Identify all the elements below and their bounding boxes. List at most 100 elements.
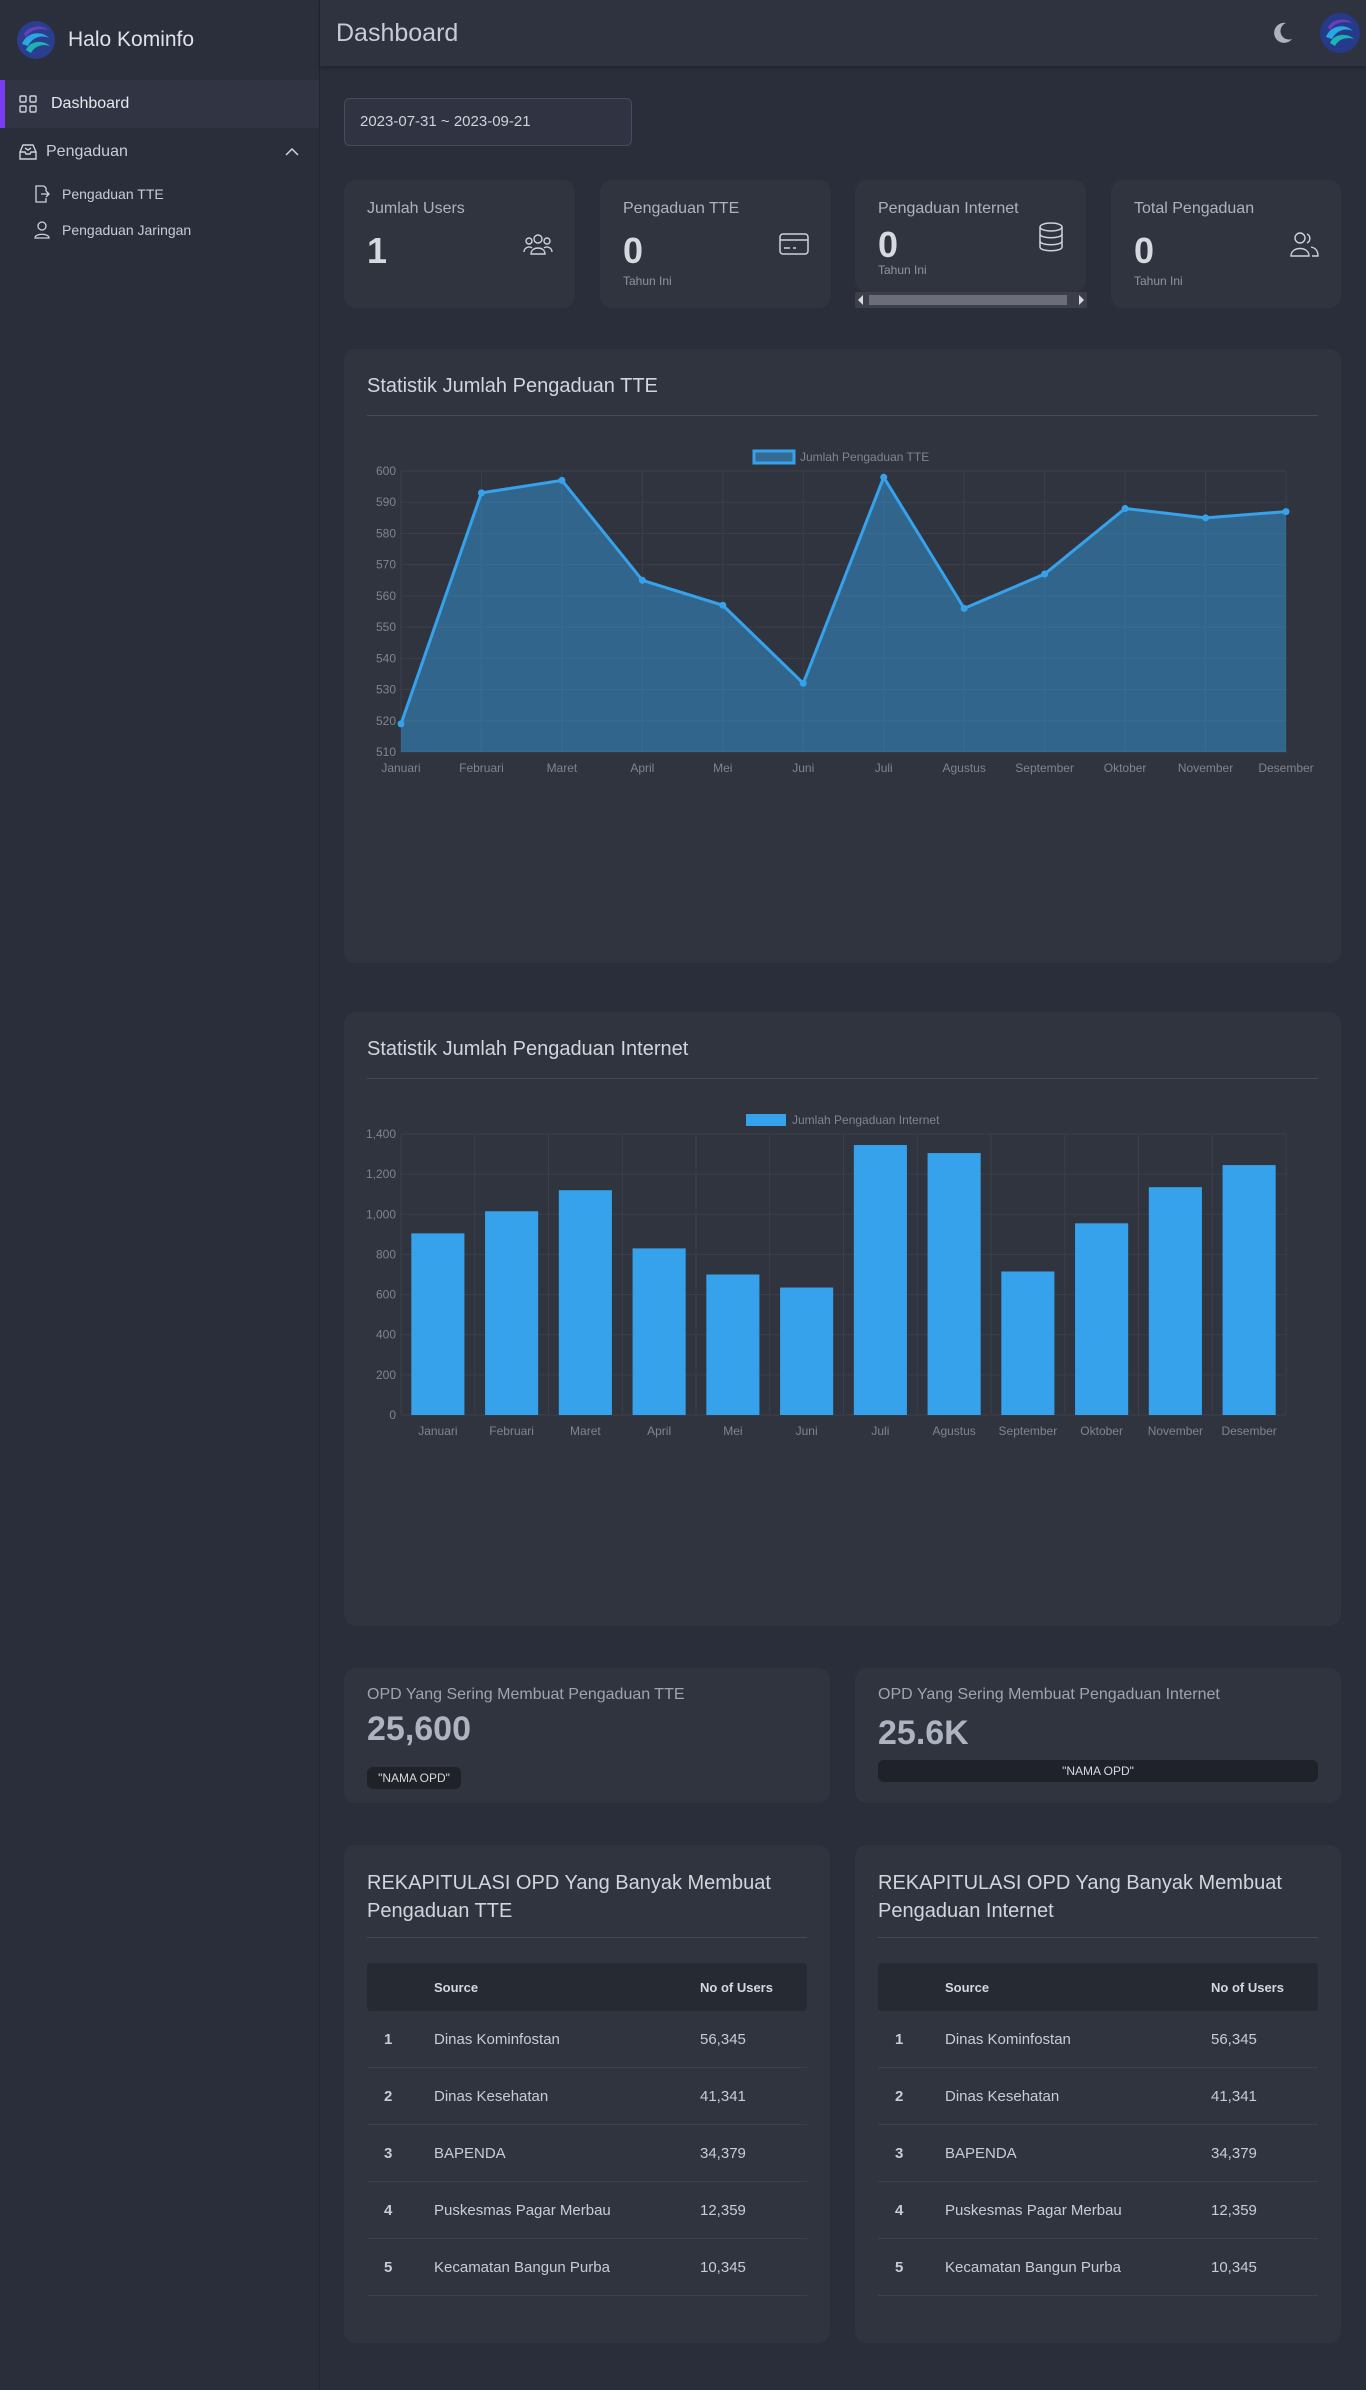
bar xyxy=(1222,1165,1276,1415)
stat-value: 0 xyxy=(623,230,644,271)
chart-card-internet: Statistik Jumlah Pengaduan Internet Juml… xyxy=(344,1012,1341,1626)
x-tick-label: Agustus xyxy=(932,1424,975,1438)
x-tick-label: November xyxy=(1148,1424,1203,1438)
source-cell: Dinas Kesehatan xyxy=(434,2088,549,2105)
data-point xyxy=(1121,504,1129,512)
y-tick-label: 550 xyxy=(376,620,396,634)
x-tick-label: Mei xyxy=(713,761,732,775)
opd-badge: "NAMA OPD" xyxy=(878,1760,1318,1782)
chart-legend: Jumlah Pengaduan TTE xyxy=(752,449,929,465)
source-cell: Puskesmas Pagar Merbau xyxy=(945,2202,1122,2219)
y-tick-label: 590 xyxy=(376,495,396,509)
table-row: 1 Dinas Kominfostan 56,345 xyxy=(878,2011,1318,2068)
top-header: Dashboard xyxy=(320,0,1366,66)
file-export-icon xyxy=(34,185,50,203)
y-tick-label: 1,400 xyxy=(366,1127,396,1141)
data-point xyxy=(1202,514,1210,522)
x-tick-label: Januari xyxy=(381,761,420,775)
x-tick-label: Maret xyxy=(547,761,578,775)
legend-label: Jumlah Pengaduan Internet xyxy=(792,1113,940,1127)
column-header-users: No of Users xyxy=(700,1980,773,1995)
column-header-source: Source xyxy=(434,1980,479,1995)
table-card-tte: REKAPITULASI OPD Yang Banyak Membuat Pen… xyxy=(344,1845,830,2343)
x-tick-label: Juli xyxy=(871,1424,889,1438)
horizontal-scrollbar[interactable] xyxy=(855,292,1087,308)
data-point xyxy=(719,601,727,609)
date-range-input[interactable]: 2023-07-31 ~ 2023-09-21 xyxy=(344,98,632,146)
stat-title: Jumlah Users xyxy=(367,200,465,217)
stat-value: 0 xyxy=(878,224,899,265)
opd-title: OPD Yang Sering Membuat Pengaduan TTE xyxy=(367,1686,685,1703)
users-cell: 10,345 xyxy=(1211,2259,1257,2276)
opd-title: OPD Yang Sering Membuat Pengaduan Intern… xyxy=(878,1686,1220,1703)
x-tick-label: November xyxy=(1178,761,1233,775)
rank-cell: 1 xyxy=(895,2031,904,2048)
data-point xyxy=(558,476,566,484)
table-row: 4 Puskesmas Pagar Merbau 12,359 xyxy=(878,2182,1318,2239)
stat-card-total-pengaduan: Total Pengaduan 0 Tahun Ini xyxy=(1111,180,1341,308)
moon-icon[interactable] xyxy=(1268,19,1296,47)
bar xyxy=(558,1190,612,1415)
opd-value: 25.6K xyxy=(878,1714,969,1752)
scrollbar-thumb[interactable] xyxy=(869,295,1067,305)
data-point xyxy=(638,576,646,584)
scroll-left-icon[interactable] xyxy=(858,295,863,305)
source-cell: Dinas Kominfostan xyxy=(434,2031,560,2048)
stat-card-pengaduan-internet: Pengaduan Internet 0 Tahun Ini xyxy=(855,180,1086,292)
sidebar-item-label: Pengaduan Jaringan xyxy=(62,222,192,238)
scroll-right-icon[interactable] xyxy=(1079,295,1084,305)
grid-icon xyxy=(19,95,37,113)
bar-chart-internet: Jumlah Pengaduan Internet 0 200 400 600 800 1,… xyxy=(366,1113,1287,1438)
x-tick-label: April xyxy=(647,1424,671,1438)
x-tick-label: Oktober xyxy=(1080,1424,1123,1438)
stat-subtitle: Tahun Ini xyxy=(623,274,672,288)
data-point xyxy=(799,679,807,687)
sidebar-item-dashboard[interactable]: Dashboard xyxy=(0,80,319,128)
table-row: 3 BAPENDA 34,379 xyxy=(878,2125,1318,2182)
stat-title: Pengaduan Internet xyxy=(878,200,1019,217)
sidebar-item-label: Dashboard xyxy=(51,95,130,112)
users-cell: 12,359 xyxy=(1211,2202,1257,2219)
column-header-source: Source xyxy=(945,1980,990,1995)
chevron-up-icon[interactable] xyxy=(285,148,299,156)
chart-card-tte: Statistik Jumlah Pengaduan TTE Jumlah Pe… xyxy=(344,349,1341,963)
rank-cell: 2 xyxy=(895,2088,904,2105)
sidebar-item-pengaduan-jaringan[interactable]: Pengaduan Jaringan xyxy=(0,212,319,248)
page-title: Dashboard xyxy=(336,18,459,47)
table-row: 5 Kecamatan Bangun Purba 10,345 xyxy=(878,2239,1318,2296)
x-tick-label: Desember xyxy=(1258,761,1313,775)
sidebar-group-pengaduan[interactable]: Pengaduan xyxy=(0,128,319,176)
data-point xyxy=(1041,570,1049,578)
bar xyxy=(706,1274,760,1415)
area-chart-tte: Jumlah Pengaduan TTE 510 520 530 540 550 560 57… xyxy=(376,449,1314,775)
x-tick-label: September xyxy=(1015,761,1074,775)
sidebar-item-pengaduan-tte[interactable]: Pengaduan TTE xyxy=(0,176,319,212)
y-tick-label: 0 xyxy=(389,1408,396,1422)
bar xyxy=(411,1233,465,1415)
bar xyxy=(927,1153,981,1415)
legend-label: Jumlah Pengaduan TTE xyxy=(800,450,929,464)
table-row: 2 Dinas Kesehatan 41,341 xyxy=(878,2068,1318,2125)
credit-card-icon xyxy=(779,233,809,255)
user-group-icon xyxy=(1290,232,1319,257)
avatar[interactable] xyxy=(1320,13,1360,53)
bar xyxy=(1148,1187,1202,1415)
bar xyxy=(780,1287,834,1415)
data-point xyxy=(397,720,405,728)
brand[interactable]: Halo Kominfo xyxy=(0,0,319,80)
stat-value: 0 xyxy=(1134,230,1155,271)
brand-name: Halo Kominfo xyxy=(68,28,195,51)
stat-value: 1 xyxy=(367,230,388,271)
y-tick-label: 600 xyxy=(376,464,396,478)
users-cell: 56,345 xyxy=(1211,2031,1257,2048)
x-tick-label: Januari xyxy=(418,1424,457,1438)
y-tick-label: 520 xyxy=(376,714,396,728)
users-cell: 34,379 xyxy=(1211,2145,1257,2162)
x-tick-label: Agustus xyxy=(943,761,986,775)
y-tick-label: 510 xyxy=(376,745,396,759)
bar xyxy=(1001,1271,1055,1415)
x-tick-label: Februari xyxy=(459,761,504,775)
y-tick-label: 1,200 xyxy=(366,1167,396,1181)
y-tick-label: 600 xyxy=(376,1288,396,1302)
y-tick-label: 400 xyxy=(376,1328,396,1342)
